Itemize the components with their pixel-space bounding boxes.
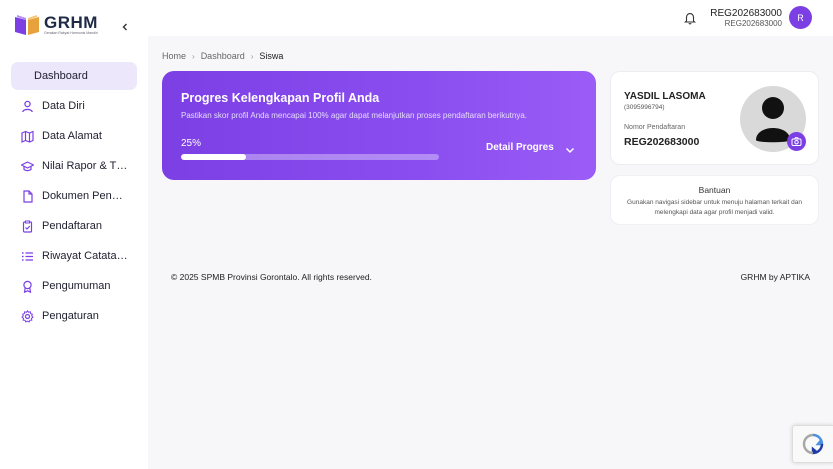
chevron-right-icon: ›	[192, 51, 195, 61]
registration-number: REG202683000	[624, 136, 700, 148]
sidebar-item-label: Pendaftaran	[42, 220, 102, 232]
graduation-cap-icon	[21, 160, 34, 173]
list-icon	[21, 250, 34, 263]
student-nisn: (3095996794)	[624, 104, 665, 111]
breadcrumb: Home › Dashboard › Siswa	[162, 51, 283, 61]
user-name: REG202683000	[710, 8, 782, 19]
sidebar-item-pendaftaran[interactable]: Pendaftaran	[11, 212, 137, 240]
sidebar-item-label: Pengaturan	[42, 310, 99, 322]
user-id: REG202683000	[724, 19, 782, 28]
collapse-sidebar-button[interactable]	[118, 20, 132, 34]
detail-progress-button[interactable]: Detail Progres	[486, 142, 554, 153]
book-logo-icon	[14, 14, 40, 36]
sidebar-item-label: Dashboard	[34, 70, 88, 82]
sidebar-item-dokumen[interactable]: Dokumen Pendaftaran	[11, 182, 137, 210]
help-card: Bantuan Gunakan navigasi sidebar untuk m…	[610, 175, 819, 225]
progress-subtitle: Pastikan skor profil Anda mencapai 100% …	[181, 111, 527, 120]
profile-progress-card: Progres Kelengkapan Profil Anda Pastikan…	[162, 71, 596, 180]
brand-subtitle: Gerakan Rakyat Harmonis Mandiri	[44, 31, 98, 35]
logo[interactable]: GRHM Gerakan Rakyat Harmonis Mandiri	[14, 14, 98, 36]
document-icon	[21, 189, 34, 203]
progress-title: Progres Kelengkapan Profil Anda	[181, 91, 380, 105]
breadcrumb-dashboard[interactable]: Dashboard	[201, 51, 245, 61]
gear-icon	[21, 309, 34, 323]
footer-credit: GRHM by APTIKA	[740, 272, 810, 282]
avatar[interactable]: R	[789, 6, 812, 29]
footer-copyright: © 2025 SPMB Provinsi Gorontalo. All righ…	[171, 272, 372, 282]
bell-icon[interactable]	[683, 11, 697, 25]
user-info[interactable]: REG202683000 REG202683000	[710, 8, 782, 29]
sidebar-item-label: Dokumen Pendaftaran	[42, 190, 128, 202]
topbar: REG202683000 REG202683000 R	[148, 0, 833, 36]
sidebar-item-riwayat[interactable]: Riwayat Catatan Data	[11, 242, 137, 270]
grid-icon	[21, 70, 34, 83]
chevron-down-icon[interactable]	[564, 143, 576, 155]
sidebar: GRHM Gerakan Rakyat Harmonis Mandiri Das…	[0, 0, 148, 469]
sidebar-item-data-alamat[interactable]: Data Alamat	[11, 122, 137, 150]
sidebar-item-nilai-rapor[interactable]: Nilai Rapor & TKA	[11, 152, 137, 180]
sidebar-item-label: Riwayat Catatan Data	[42, 250, 128, 262]
help-text: Gunakan navigasi sidebar untuk menuju ha…	[627, 199, 802, 216]
clipboard-check-icon	[21, 220, 34, 233]
sidebar-item-label: Pengumuman	[42, 280, 111, 292]
camera-icon[interactable]	[787, 132, 806, 151]
user-icon	[21, 100, 34, 113]
recaptcha-icon	[802, 433, 824, 455]
chevron-right-icon: ›	[250, 51, 254, 61]
sidebar-item-pengumuman[interactable]: Pengumuman	[11, 272, 137, 300]
sidebar-item-label: Data Diri	[42, 100, 85, 112]
registration-label: Nomor Pendaftaran	[624, 124, 686, 131]
progress-bar-fill	[181, 154, 246, 160]
progress-percent: 25%	[181, 138, 202, 149]
sidebar-item-pengaturan[interactable]: Pengaturan	[11, 302, 137, 330]
breadcrumb-current: Siswa	[259, 51, 284, 61]
student-profile-card: YASDIL LASOMA (3095996794) Nomor Pendaft…	[610, 71, 819, 165]
map-icon	[21, 130, 34, 143]
sidebar-item-label: Nilai Rapor & TKA	[42, 160, 128, 172]
chevron-left-icon	[122, 23, 127, 31]
sidebar-item-label: Data Alamat	[42, 130, 102, 142]
award-icon	[21, 280, 34, 293]
brand-title: GRHM	[44, 13, 98, 32]
sidebar-item-dashboard[interactable]: Dashboard	[11, 62, 137, 90]
progress-bar	[181, 154, 439, 160]
help-title: Bantuan	[698, 185, 731, 195]
sidebar-item-data-diri[interactable]: Data Diri	[11, 92, 137, 120]
recaptcha-badge[interactable]	[792, 425, 833, 463]
breadcrumb-home[interactable]: Home	[162, 51, 186, 61]
student-name: YASDIL LASOMA	[624, 91, 706, 102]
sidebar-nav: Dashboard Data Diri Data Alamat Nilai Ra…	[11, 62, 137, 332]
